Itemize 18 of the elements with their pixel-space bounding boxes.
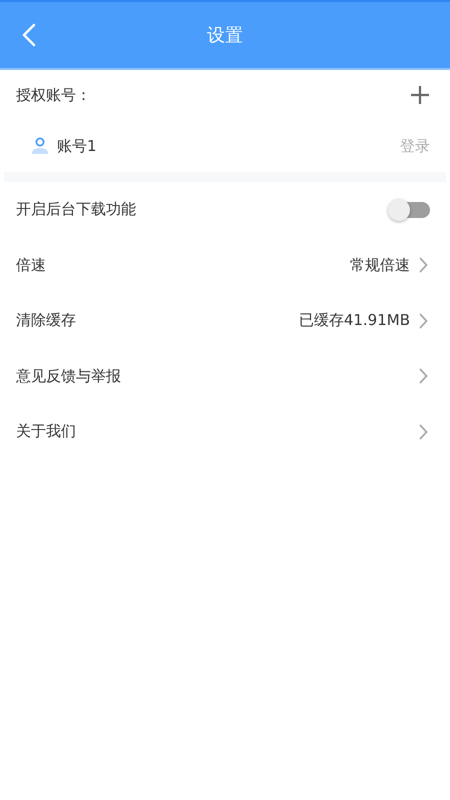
- setting-value: 已缓存41.91MB: [298, 311, 410, 330]
- setting-label: 意见反馈与举报: [16, 366, 121, 386]
- chevron-right-icon[interactable]: [419, 312, 428, 329]
- setting-value: 常规倍速: [350, 256, 410, 275]
- login-link[interactable]: 登录: [400, 136, 430, 156]
- add-icon[interactable]: [410, 85, 430, 105]
- chevron-right-icon[interactable]: [419, 368, 428, 384]
- setting-label: 清除缓存: [16, 311, 76, 330]
- setting-label: 开启后台下载功能: [16, 200, 136, 220]
- account-name: 账号1: [57, 136, 98, 156]
- section-label: 授权账号：: [16, 86, 91, 104]
- chevron-right-icon[interactable]: [419, 257, 428, 274]
- setting-label: 倍速: [16, 256, 46, 275]
- chevron-right-icon[interactable]: [419, 424, 428, 440]
- user-icon: [31, 137, 49, 155]
- back-icon[interactable]: [22, 23, 36, 47]
- setting-label: 关于我们: [16, 422, 76, 442]
- page-title: 设置: [207, 24, 243, 47]
